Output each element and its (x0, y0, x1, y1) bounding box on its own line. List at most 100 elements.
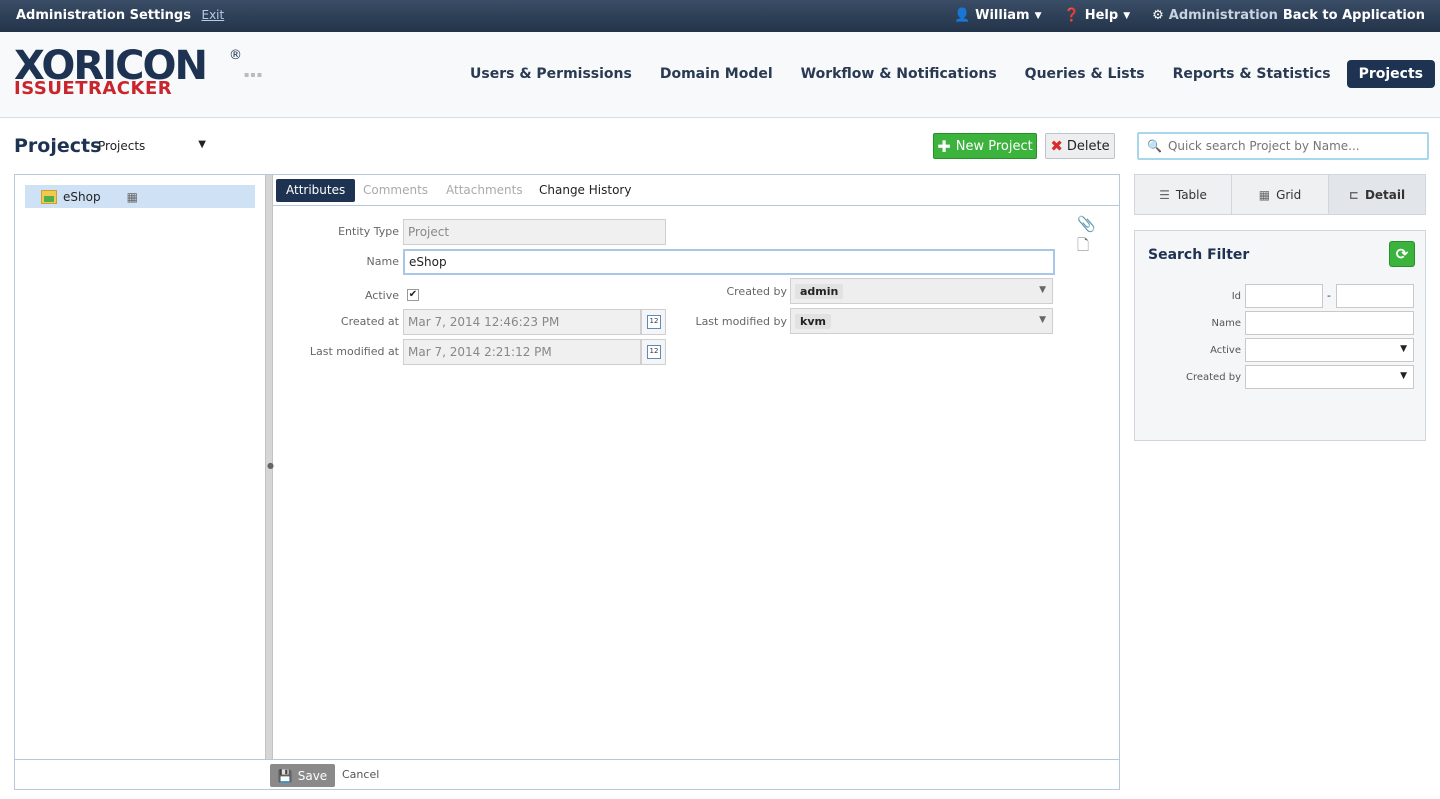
project-tree: eShop ▦ (15, 175, 265, 759)
search-filter-title: Search Filter (1148, 247, 1250, 263)
caret-down-icon: ▼ (1123, 10, 1131, 21)
quick-search[interactable]: 🔍 (1137, 132, 1429, 160)
caret-down-icon: ▼ (1400, 371, 1407, 381)
view-detail-label: Detail (1364, 187, 1406, 202)
help-icon: ❓ (1063, 8, 1080, 23)
cancel-button[interactable]: Cancel (342, 768, 379, 781)
view-table-label: Table (1175, 187, 1207, 202)
logo[interactable]: XORICON ® ISSUETRACKER ▪▪▪ (14, 46, 262, 99)
active-label: Active (364, 289, 399, 302)
grid-icon: ▦ (1258, 187, 1271, 202)
nav-queries-lists[interactable]: Queries & Lists (1013, 60, 1157, 88)
last-modified-at-field: Mar 7, 2014 2:21:12 PM (403, 339, 641, 365)
help-label: Help (1084, 8, 1119, 23)
created-at-field: Mar 7, 2014 12:46:23 PM (403, 309, 641, 335)
caret-down-icon: ▼ (1034, 10, 1042, 21)
filter-id-from-input[interactable] (1245, 284, 1323, 308)
main-nav: Users & Permissions Domain Model Workflo… (454, 60, 1435, 88)
detail-icon: ⊏ (1348, 187, 1359, 202)
name-input[interactable]: eShop (403, 249, 1055, 275)
last-modified-by-select[interactable]: kvm ▼ (790, 308, 1053, 334)
detail-tabs: Attributes Comments Attachments Change H… (273, 175, 1119, 206)
back-to-application[interactable]: Back to Application (1283, 8, 1425, 23)
filter-name-label: Name (1211, 318, 1241, 329)
logo-subtext: ISSUETRACKER (14, 78, 173, 99)
delete-button[interactable]: ✖ Delete (1045, 133, 1115, 159)
user-menu[interactable]: 👤 William ▼ (954, 8, 1042, 23)
gear-icon: ⚙ (1152, 8, 1164, 23)
admin-settings-title: Administration Settings (16, 8, 191, 23)
refresh-icon: ⟳ (1395, 245, 1409, 263)
delete-icon: ✖ (1050, 137, 1063, 155)
tab-comments[interactable]: Comments (353, 179, 438, 202)
filter-created-by-label: Created by (1185, 372, 1241, 383)
exit-link[interactable]: Exit (202, 8, 225, 22)
active-checkbox[interactable]: ✔ (407, 289, 419, 301)
view-detail-button[interactable]: ⊏ Detail (1329, 175, 1425, 214)
search-icon: 🔍 (1147, 139, 1162, 153)
refresh-button[interactable]: ⟳ (1389, 241, 1415, 267)
project-selector[interactable]: Projects ▼ (98, 139, 210, 153)
filter-active-label: Active (1210, 345, 1241, 356)
project-folder-icon (41, 189, 57, 204)
created-by-label: Created by (726, 285, 787, 298)
user-icon: 👤 (953, 8, 971, 23)
nav-users-permissions[interactable]: Users & Permissions (458, 60, 644, 88)
filter-id-label: Id (1231, 291, 1241, 302)
last-modified-by-label: Last modified by (695, 315, 787, 328)
admin-link[interactable]: ⚙ Administration Back to Application (1152, 8, 1425, 23)
save-button[interactable]: 💾 Save (270, 764, 335, 787)
nav-workflow-notifications[interactable]: Workflow & Notifications (789, 60, 1009, 88)
paperclip-icon[interactable]: 📎 (1077, 215, 1096, 233)
last-modified-at-label: Last modified at (309, 345, 399, 358)
search-filter: Search Filter ⟳ Id - Name Active ▼ Creat… (1134, 230, 1426, 441)
filter-name-input[interactable] (1245, 311, 1414, 335)
help-menu[interactable]: ❓ Help ▼ (1064, 8, 1131, 23)
view-grid-button[interactable]: ▦ Grid (1232, 175, 1329, 214)
tree-item-eshop[interactable]: eShop ▦ (25, 185, 255, 208)
top-left: Administration Settings Exit (16, 8, 224, 23)
calendar-icon[interactable]: 12 (641, 309, 666, 335)
side-icons: 📎 🗋 (1077, 215, 1096, 260)
created-by-select[interactable]: admin ▼ (790, 278, 1053, 304)
user-name: William (975, 8, 1030, 23)
grid-icon[interactable]: ▦ (127, 190, 138, 204)
nav-domain-model[interactable]: Domain Model (648, 60, 785, 88)
tab-change-history[interactable]: Change History (529, 179, 641, 202)
tab-attributes[interactable]: Attributes (276, 179, 356, 202)
document-icon[interactable]: 🗋 (1077, 235, 1096, 260)
new-project-label: New Project (955, 138, 1033, 154)
save-icon: 💾 (277, 768, 293, 783)
created-at-label: Created at (340, 315, 399, 328)
calendar-day: 12 (647, 345, 661, 359)
page-title: Projects (14, 135, 102, 157)
top-bar: Administration Settings Exit 👤 William ▼… (0, 0, 1440, 32)
logo-dots-icon: ▪▪▪ (244, 70, 264, 79)
delete-label: Delete (1066, 138, 1110, 154)
filter-active-select[interactable]: ▼ (1245, 338, 1414, 362)
main-panel: eShop ▦ ● Attributes Comments Attachment… (14, 174, 1120, 790)
logo-registered: ® (229, 48, 242, 63)
top-right: 👤 William ▼ ❓ Help ▼ ⚙ Administration Ba… (954, 8, 1425, 23)
quick-search-input[interactable] (1167, 139, 1418, 153)
new-project-button[interactable]: ✚ New Project (933, 133, 1037, 159)
created-by-value: admin (795, 284, 844, 299)
filter-created-by-select[interactable]: ▼ (1245, 365, 1414, 389)
caret-down-icon: ▼ (1039, 315, 1046, 325)
last-modified-by-value: kvm (795, 314, 831, 329)
entity-type-label: Entity Type (338, 225, 399, 238)
list-icon: ☰ (1159, 187, 1170, 202)
name-label: Name (366, 255, 399, 268)
nav-projects[interactable]: Projects (1346, 60, 1435, 88)
nav-reports-statistics[interactable]: Reports & Statistics (1161, 60, 1343, 88)
view-grid-label: Grid (1276, 187, 1302, 202)
header: XORICON ® ISSUETRACKER ▪▪▪ Users & Permi… (0, 32, 1440, 118)
tab-attachments[interactable]: Attachments (436, 179, 533, 202)
view-toggle: ☰ Table ▦ Grid ⊏ Detail (1134, 174, 1426, 215)
admin-label: Administration (1168, 8, 1278, 23)
caret-down-icon: ▼ (198, 139, 206, 150)
panel-splitter[interactable]: ● (265, 175, 274, 759)
calendar-icon[interactable]: 12 (641, 339, 666, 365)
view-table-button[interactable]: ☰ Table (1135, 175, 1232, 214)
filter-id-to-input[interactable] (1336, 284, 1414, 308)
